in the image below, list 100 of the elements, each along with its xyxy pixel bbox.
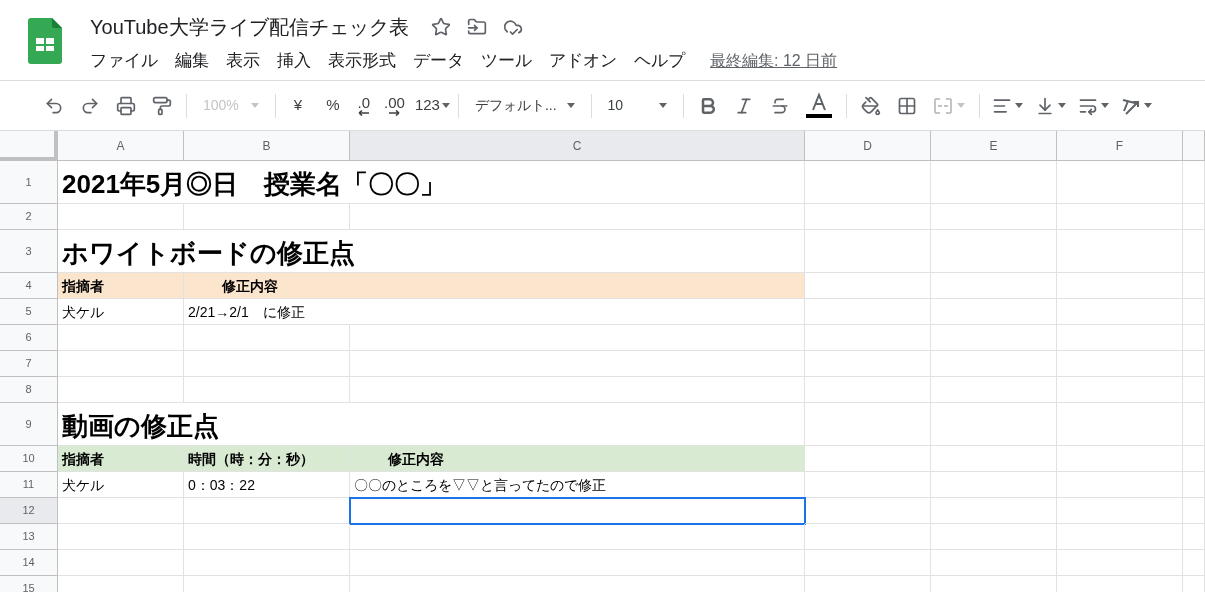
grid-cell[interactable] [1057,161,1183,204]
menu-item[interactable]: アドオン [549,48,617,74]
menu-item[interactable]: 挿入 [277,48,311,74]
grid-cell[interactable] [931,446,1057,472]
grid-cell[interactable] [931,472,1057,498]
grid-cell[interactable] [805,550,931,576]
last-edit-link[interactable]: 最終編集: 12 日前 [710,48,838,73]
grid-cell[interactable] [805,472,931,498]
grid-cell[interactable] [805,325,931,351]
grid-cell[interactable] [1057,230,1183,273]
grid-cell[interactable] [1057,446,1183,472]
column-header[interactable]: E [931,131,1057,161]
row-header[interactable]: 11 [0,472,58,498]
grid-cell[interactable] [1183,446,1205,472]
row-header[interactable]: 14 [0,550,58,576]
font-dropdown[interactable]: デフォルト... [466,95,583,116]
row-header[interactable]: 5 [0,299,58,325]
column-header[interactable]: A [58,131,184,161]
grid-cell[interactable] [58,550,184,576]
grid-cell[interactable] [931,273,1057,299]
row-header[interactable]: 7 [0,351,58,377]
column-header[interactable]: F [1057,131,1183,161]
grid-cell[interactable] [1183,550,1205,576]
spreadsheet-logo-icon[interactable] [28,18,62,64]
menu-item[interactable]: ファイル [90,48,158,74]
grid-cell[interactable] [1183,230,1205,273]
menu-item[interactable]: 表示 [226,48,260,74]
grid-cell[interactable] [805,230,931,273]
grid-cell[interactable] [1183,377,1205,403]
grid-cell[interactable] [1057,299,1183,325]
grid-cell[interactable] [931,498,1057,524]
grid-cell[interactable] [805,161,931,204]
grid-cell[interactable] [805,524,931,550]
grid-cell[interactable] [931,161,1057,204]
menu-item[interactable]: 編集 [175,48,209,74]
font-size-dropdown[interactable]: 10 [599,95,676,116]
grid-cell[interactable] [184,351,350,377]
row-header[interactable]: 10 [0,446,58,472]
row-header[interactable]: 15 [0,576,58,592]
grid-cell[interactable] [350,204,805,230]
grid-cell[interactable] [184,550,350,576]
row-header[interactable]: 12 [0,498,58,524]
row-header[interactable]: 9 [0,403,58,446]
grid-cell[interactable] [1183,161,1205,204]
grid-cell[interactable] [1057,472,1183,498]
grid-cell[interactable] [1183,299,1205,325]
grid-cell[interactable] [931,377,1057,403]
grid-cell[interactable] [58,524,184,550]
grid-cell[interactable] [805,377,931,403]
grid-cell[interactable] [805,351,931,377]
grid-cell[interactable] [931,550,1057,576]
grid-cell[interactable] [350,550,805,576]
row-header[interactable]: 4 [0,273,58,299]
row-header[interactable]: 8 [0,377,58,403]
select-all-corner[interactable] [0,131,58,161]
row-header[interactable]: 3 [0,230,58,273]
grid-cell[interactable] [1183,472,1205,498]
grid-cell[interactable] [1057,403,1183,446]
column-header[interactable]: B [184,131,350,161]
percent-button[interactable]: % [316,94,350,117]
grid-cell[interactable] [1057,273,1183,299]
column-header[interactable]: D [805,131,931,161]
grid-cell[interactable] [184,204,350,230]
cloud-check-icon[interactable] [502,17,523,37]
grid-cell[interactable] [58,498,184,524]
currency-button[interactable]: ¥ [283,94,313,117]
grid-cell[interactable] [1183,498,1205,524]
grid-cell[interactable] [184,377,350,403]
grid-cell[interactable] [931,204,1057,230]
folder-icon[interactable] [466,17,487,37]
grid-cell[interactable] [58,377,184,403]
row-header[interactable]: 2 [0,204,58,230]
menu-item[interactable]: ヘルプ [634,48,685,74]
grid-cell[interactable] [1057,377,1183,403]
row-header[interactable]: 13 [0,524,58,550]
selected-cell[interactable] [350,498,805,524]
decrease-decimal-button[interactable]: .0 [353,95,374,116]
menu-item[interactable]: 表示形式 [328,48,396,74]
grid-cell[interactable] [1057,498,1183,524]
grid-cell[interactable] [931,524,1057,550]
grid-cell[interactable] [805,204,931,230]
grid-cell[interactable] [184,524,350,550]
grid-cell[interactable] [350,351,805,377]
grid-cell[interactable] [1183,524,1205,550]
grid-cell[interactable] [350,325,805,351]
column-header[interactable]: C [350,131,805,161]
grid-cell[interactable] [1057,524,1183,550]
grid-cell[interactable] [805,403,931,446]
grid-cell[interactable] [931,403,1057,446]
grid-cell[interactable] [1183,403,1205,446]
grid-cell[interactable] [1057,351,1183,377]
grid-cell[interactable] [184,325,350,351]
number-format-dropdown[interactable]: 123 [414,94,450,117]
menu-item[interactable]: データ [413,48,464,74]
grid-cell[interactable] [805,446,931,472]
grid-cell[interactable] [1183,351,1205,377]
grid-cell[interactable] [1057,204,1183,230]
grid-cell[interactable] [931,351,1057,377]
grid-cell[interactable] [350,377,805,403]
star-icon[interactable] [430,17,451,37]
